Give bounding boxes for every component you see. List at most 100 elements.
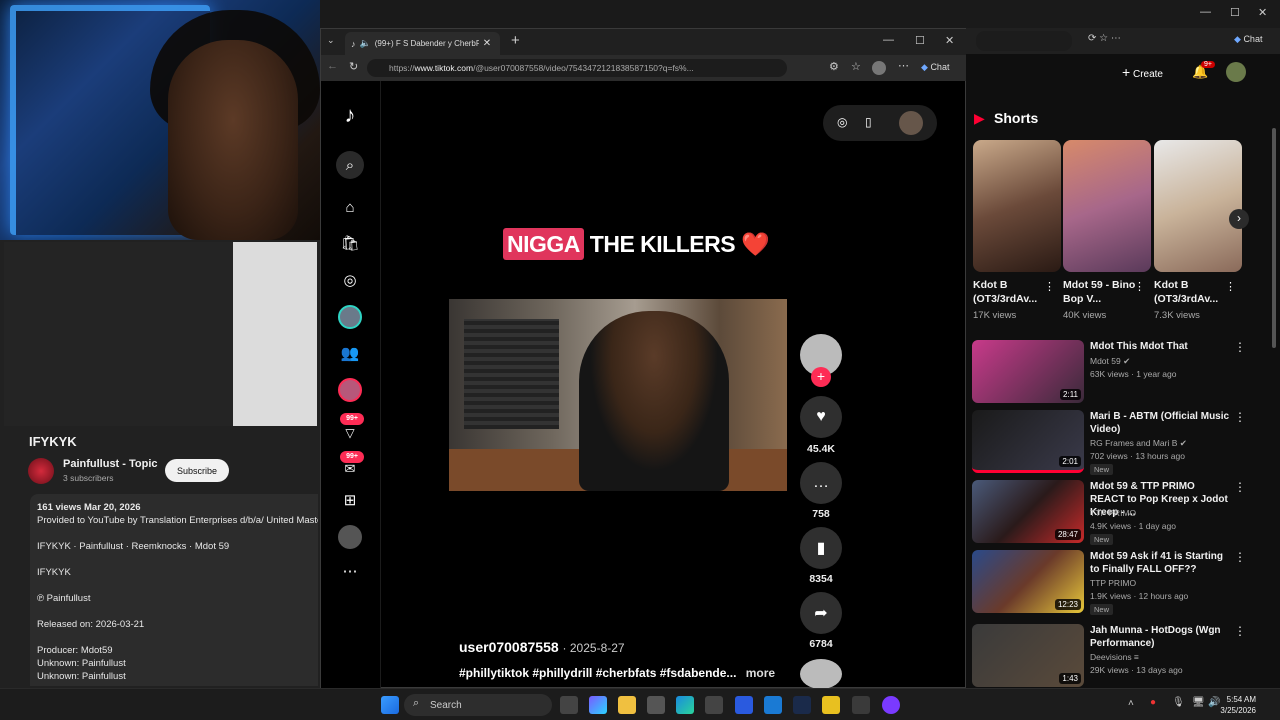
network-icon[interactable]: 🖥: [1192, 697, 1205, 708]
home-icon[interactable]: ⌂: [338, 195, 362, 219]
video-title[interactable]: Jah Munna - HotDogs (Wgn Performance): [1090, 624, 1230, 650]
short-title[interactable]: Kdot B (OT3/3rdAv...: [1154, 278, 1234, 306]
profile-icon[interactable]: [872, 61, 886, 75]
bg-maximize-icon[interactable]: ☐: [1230, 6, 1240, 19]
refresh-icon[interactable]: ↻: [349, 60, 358, 73]
video-player-area[interactable]: [4, 242, 233, 426]
minimize-icon[interactable]: —: [883, 34, 894, 46]
task-view-icon[interactable]: [560, 696, 578, 714]
bg-close-icon[interactable]: ✕: [1258, 6, 1267, 19]
video-channel[interactable]: TTP PRIMO: [1090, 578, 1136, 588]
video-channel[interactable]: TTP PRIMO: [1090, 508, 1136, 518]
live-avatar-icon[interactable]: [338, 378, 362, 402]
file-explorer-icon[interactable]: [618, 696, 636, 714]
more-icon[interactable]: ⋯: [338, 559, 362, 583]
short-thumbnail[interactable]: [973, 140, 1061, 272]
copilot-chat-button[interactable]: ◆ Chat: [921, 62, 949, 73]
close-tab-icon[interactable]: ✕: [483, 38, 491, 49]
video-title[interactable]: Mdot This Mdot That: [1090, 340, 1230, 353]
video-hashtags[interactable]: #phillytiktok #phillydrill #cherbfats #f…: [459, 666, 775, 680]
settings-app-icon[interactable]: [647, 696, 665, 714]
user-avatar-icon[interactable]: [899, 111, 923, 135]
tab-tiktok[interactable]: ♪ 🔈 (99+) F S Dabender y CherbFa ✕: [345, 32, 500, 55]
short-menu-icon[interactable]: ⋮: [1134, 280, 1145, 293]
short-menu-icon[interactable]: ⋮: [1225, 280, 1236, 293]
system-clock[interactable]: 5:54 AM 3/25/2026: [1220, 694, 1256, 716]
video-menu-icon[interactable]: ⋮: [1234, 480, 1246, 494]
new-tab-icon[interactable]: +: [511, 32, 520, 49]
comment-button[interactable]: …: [800, 462, 842, 504]
short-menu-icon[interactable]: ⋮: [1044, 280, 1055, 293]
extensions-icon[interactable]: ⚙: [829, 60, 839, 73]
following-avatar-icon[interactable]: [338, 305, 362, 329]
upload-icon[interactable]: ⊞: [338, 488, 362, 512]
video-title[interactable]: Mdot 59 Ask if 41 is Starting to Finally…: [1090, 550, 1230, 576]
list-item[interactable]: 1:43 Jah Munna - HotDogs (Wgn Performanc…: [972, 624, 1272, 688]
shop-icon[interactable]: 🛍: [338, 231, 362, 255]
close-window-icon[interactable]: ✕: [945, 34, 954, 47]
video-menu-icon[interactable]: ⋮: [1234, 410, 1246, 424]
short-title[interactable]: Mdot 59 - Bino Bop V...: [1063, 278, 1143, 306]
more-link[interactable]: more: [746, 666, 775, 680]
app3-icon[interactable]: [852, 696, 870, 714]
list-item[interactable]: 2:11 Mdot This Mdot That Mdot 59 ✔ 63K v…: [972, 340, 1272, 404]
app2-icon[interactable]: [822, 696, 840, 714]
start-icon[interactable]: [381, 696, 399, 714]
video-menu-icon[interactable]: ⋮: [1234, 340, 1246, 354]
video-author[interactable]: user070087558 · 2025-8-27: [459, 639, 625, 655]
explore-icon[interactable]: ◎: [338, 268, 362, 292]
tiktok-logo-icon[interactable]: ♪: [338, 102, 362, 127]
list-item[interactable]: 28:47 Mdot 59 & TTP PRIMO REACT to Pop K…: [972, 480, 1272, 545]
video-title[interactable]: Mari B - ABTM (Official Music Video): [1090, 410, 1230, 436]
video-menu-icon[interactable]: ⋮: [1234, 624, 1246, 638]
video-thumbnail[interactable]: 2:11: [972, 340, 1084, 403]
taskbar-search[interactable]: ⌕ Search: [404, 694, 552, 716]
shorts-next-icon[interactable]: ›: [1229, 209, 1249, 229]
video-thumbnail[interactable]: 28:47: [972, 480, 1084, 543]
edge-icon[interactable]: [676, 696, 694, 714]
youtube-url-field[interactable]: [976, 31, 1072, 51]
tray-chevron-icon[interactable]: ˄: [1128, 698, 1134, 709]
compass-icon[interactable]: ◎: [837, 115, 847, 129]
volume-icon[interactable]: 🔊: [1208, 697, 1220, 708]
video-channel[interactable]: Deevisions ≡: [1090, 652, 1139, 662]
mail-icon[interactable]: [764, 696, 782, 714]
device-icon[interactable]: ▯: [865, 115, 872, 129]
short-thumbnail[interactable]: [1154, 140, 1242, 272]
bg-minimize-icon[interactable]: —: [1200, 6, 1211, 18]
account-avatar[interactable]: [1226, 62, 1246, 82]
search-icon[interactable]: ⌕: [336, 151, 364, 179]
favorites-icon[interactable]: ☆: [851, 60, 861, 73]
channel-name[interactable]: Painfullust - Topic: [63, 458, 158, 470]
music-disc[interactable]: [800, 659, 842, 689]
tray-app-icon[interactable]: ●: [1150, 697, 1156, 708]
list-item[interactable]: 12:23 Mdot 59 Ask if 41 is Starting to F…: [972, 550, 1272, 615]
copilot-app-icon[interactable]: [589, 696, 607, 714]
profile-avatar-icon[interactable]: [338, 525, 362, 549]
app-icon[interactable]: [735, 696, 753, 714]
video-channel[interactable]: Mdot 59 ✔: [1090, 356, 1130, 367]
toolbar-icons[interactable]: ⟳ ☆ ⋯: [1088, 33, 1121, 44]
url-field[interactable]: https://www.tiktok.com/@user070087558/vi…: [367, 59, 787, 77]
save-button[interactable]: ▮: [800, 527, 842, 569]
create-button[interactable]: + Create: [1122, 64, 1163, 80]
messages-icon[interactable]: ✉: [338, 457, 362, 481]
steam-icon[interactable]: [793, 696, 811, 714]
short-thumbnail[interactable]: [1063, 140, 1151, 272]
video-description[interactable]: 161 views Mar 20, 2026 Provided to YouTub…: [30, 494, 318, 686]
activity-icon[interactable]: ▽: [338, 421, 362, 445]
subscribe-button[interactable]: Subscribe: [165, 459, 229, 482]
video-thumbnail[interactable]: 1:43: [972, 624, 1084, 687]
app4-icon[interactable]: [882, 696, 900, 714]
share-button[interactable]: ➦: [800, 592, 842, 634]
like-button[interactable]: ♥: [800, 396, 842, 438]
short-title[interactable]: Kdot B (OT3/3rdAv...: [973, 278, 1053, 306]
video-thumbnail[interactable]: 12:23: [972, 550, 1084, 613]
maximize-icon[interactable]: ☐: [915, 34, 925, 47]
store-icon[interactable]: [705, 696, 723, 714]
video-menu-icon[interactable]: ⋮: [1234, 550, 1246, 564]
list-item[interactable]: 2:01 Mari B - ABTM (Official Music Video…: [972, 410, 1272, 475]
channel-avatar[interactable]: [28, 458, 54, 484]
video-thumbnail[interactable]: 2:01: [972, 410, 1084, 473]
video-frame[interactable]: [449, 299, 787, 491]
